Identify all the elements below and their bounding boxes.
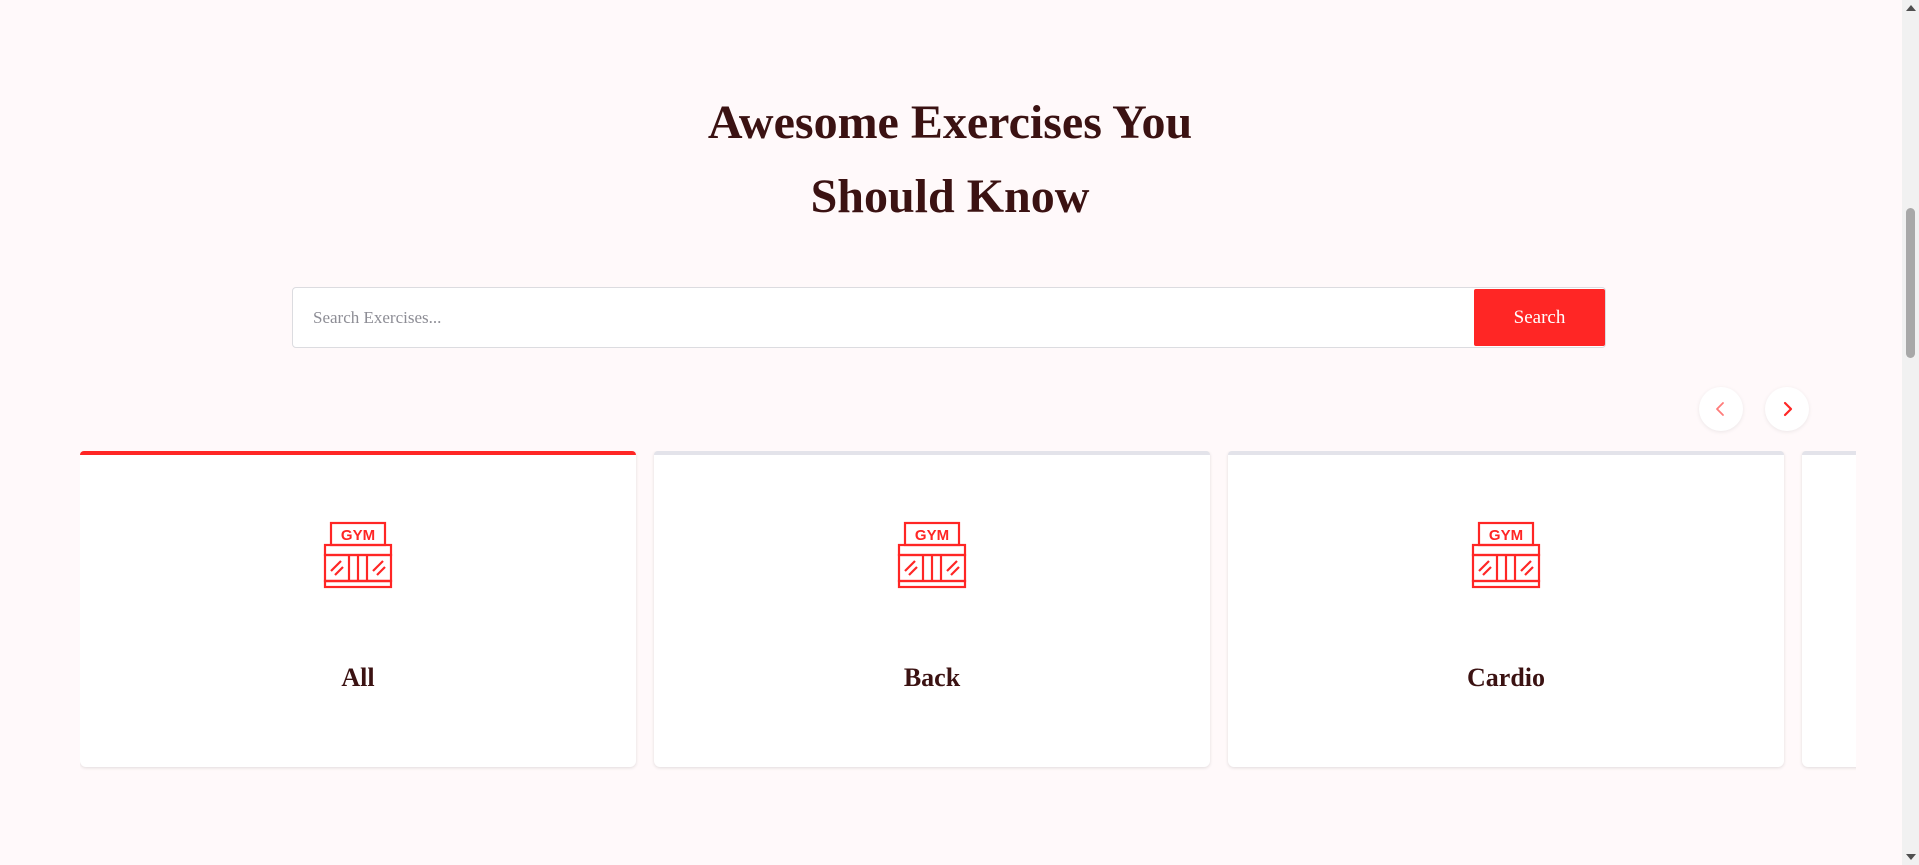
page-title-line-2: Should Know	[810, 170, 1090, 223]
chevron-right-icon	[1783, 401, 1793, 417]
search-button[interactable]: Search	[1474, 289, 1605, 346]
page-title: Awesome Exercises You Should Know	[0, 86, 1900, 234]
gym-icon: GYM	[1471, 521, 1541, 589]
category-card-cardio[interactable]: GYM Cardio	[1228, 451, 1784, 767]
category-label: Cardio	[1467, 663, 1545, 692]
body-part-carousel: GYM All GYM Back GYM Cardio	[80, 451, 1856, 771]
search-bar: Search	[292, 287, 1606, 348]
category-label: All	[341, 663, 375, 692]
gym-icon: GYM	[323, 521, 393, 589]
chevron-left-icon	[1716, 402, 1724, 416]
category-card-back[interactable]: GYM Back	[654, 451, 1210, 767]
gym-icon: GYM	[897, 521, 967, 589]
search-input[interactable]	[293, 288, 1473, 347]
category-label: Back	[903, 663, 961, 692]
category-card-all[interactable]: GYM All	[80, 451, 636, 767]
carousel-prev-button[interactable]	[1699, 387, 1743, 431]
svg-text:GYM: GYM	[915, 527, 949, 544]
scroll-up-arrow-icon[interactable]	[1906, 5, 1916, 11]
page-title-line-1: Awesome Exercises You	[707, 96, 1193, 149]
scroll-down-arrow-icon[interactable]	[1906, 854, 1916, 860]
scrollbar-thumb[interactable]	[1906, 208, 1915, 358]
svg-text:GYM: GYM	[1489, 527, 1523, 544]
page-scrollbar[interactable]	[1902, 0, 1919, 865]
page: Awesome Exercises You Should Know Search	[0, 0, 1919, 865]
category-card-partial[interactable]	[1802, 451, 1856, 767]
carousel-next-button[interactable]	[1765, 387, 1809, 431]
svg-text:GYM: GYM	[341, 527, 375, 544]
